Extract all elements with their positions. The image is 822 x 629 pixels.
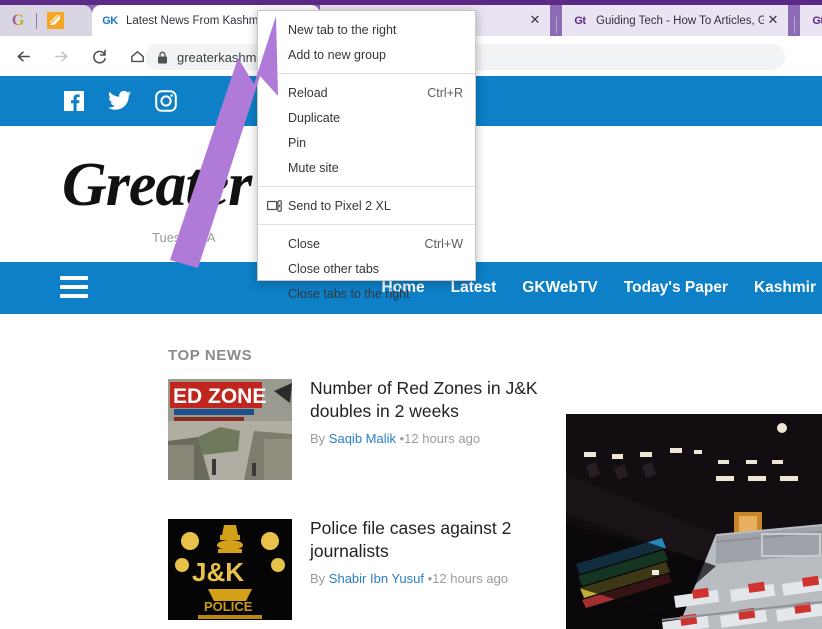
- context-menu-group-3: Send to Pixel 2 XL: [258, 187, 475, 224]
- nav-link-gkwebtv[interactable]: GKWebTV: [522, 279, 598, 297]
- svg-text:POLICE: POLICE: [204, 599, 253, 614]
- menu-item-send-to-pixel-2-xl[interactable]: Send to Pixel 2 XL: [258, 193, 475, 218]
- section-heading-top-news: TOP NEWS: [168, 347, 252, 364]
- menu-item-label: Add to new group: [288, 48, 386, 62]
- menu-item-close-tabs-to-the-right[interactable]: Close tabs to the right: [258, 281, 475, 306]
- menu-item-mute-site[interactable]: Mute site: [258, 155, 475, 180]
- tab-context-menu[interactable]: New tab to the right Add to new group Re…: [257, 10, 476, 281]
- site-logo[interactable]: Greater: [62, 150, 251, 221]
- lock-icon: [157, 51, 168, 64]
- menu-item-close[interactable]: Close Ctrl+W: [258, 231, 475, 256]
- news-by-label: By: [310, 571, 325, 586]
- news-timestamp: •12 hours ago: [428, 571, 508, 586]
- google-g-icon: G: [12, 13, 24, 29]
- news-timestamp: •12 hours ago: [400, 431, 480, 446]
- menu-item-new-tab-to-the-right[interactable]: New tab to the right: [258, 17, 475, 42]
- back-button[interactable]: [8, 41, 38, 71]
- menu-item-label: New tab to the right: [288, 23, 396, 37]
- nav-link-todays-paper[interactable]: Today's Paper: [624, 279, 728, 297]
- news-title[interactable]: Number of Red Zones in J&K doubles in 2 …: [310, 377, 560, 424]
- menu-item-label: Close tabs to the right: [288, 287, 410, 301]
- hero-image-stadium-facility[interactable]: [566, 414, 822, 629]
- pinned-tabs-group: G: [0, 5, 92, 36]
- tab-divider: [794, 17, 795, 33]
- tab-close-icon[interactable]: ✕: [764, 12, 782, 30]
- news-thumbnail-jk-police[interactable]: J&K POLICE: [168, 519, 292, 620]
- context-menu-group-4: Close Ctrl+W Close other tabs Close tabs…: [258, 225, 475, 312]
- menu-item-label: Send to Pixel 2 XL: [288, 199, 391, 213]
- news-body: Police file cases against 2 journalists …: [310, 517, 560, 586]
- instagram-icon[interactable]: [154, 89, 178, 113]
- browser-window: G GK Latest News From Kashmir ✕ of the i…: [0, 0, 822, 629]
- nav-link-kashmir[interactable]: Kashmir: [754, 279, 816, 297]
- news-meta: By Saqib Malik •12 hours ago: [310, 431, 560, 446]
- news-author[interactable]: Shabir Ibn Yusuf: [329, 571, 424, 586]
- masthead-date: Tuesday, A: [152, 230, 216, 245]
- news-body: Number of Red Zones in J&K doubles in 2 …: [310, 377, 560, 446]
- page-content: TOP NEWS ED ZONE: [0, 314, 822, 629]
- svg-text:J&K: J&K: [192, 557, 244, 587]
- tab-divider: [556, 17, 557, 33]
- gt-icon: Gt: [572, 13, 588, 29]
- menu-item-label: Close other tabs: [288, 262, 379, 276]
- menu-item-label: Pin: [288, 136, 306, 150]
- news-by-label: By: [310, 431, 325, 446]
- yellow-news-icon: [47, 12, 64, 29]
- menu-item-duplicate[interactable]: Duplicate: [258, 105, 475, 130]
- tab-title: Guiding Tech - How To Articles, G: [596, 15, 764, 27]
- tab-close-icon[interactable]: ✕: [526, 12, 544, 30]
- facebook-icon[interactable]: [62, 89, 86, 113]
- gt-icon: Gt: [810, 13, 822, 29]
- menu-item-pin[interactable]: Pin: [258, 130, 475, 155]
- menu-item-label: Reload: [288, 86, 328, 100]
- forward-button[interactable]: [46, 41, 76, 71]
- news-meta: By Shabir Ibn Yusuf •12 hours ago: [310, 571, 560, 586]
- cast-device-icon: [266, 198, 282, 214]
- reload-button[interactable]: [84, 41, 114, 71]
- menu-item-label: Duplicate: [288, 111, 340, 125]
- menu-item-shortcut: Ctrl+W: [424, 237, 463, 251]
- pinned-tab-news[interactable]: [37, 5, 73, 36]
- pinned-tab-google[interactable]: G: [0, 5, 36, 36]
- gk-icon: GK: [102, 13, 118, 29]
- twitter-icon[interactable]: [108, 89, 132, 113]
- menu-item-close-other-tabs[interactable]: Close other tabs: [258, 256, 475, 281]
- menu-item-label: Mute site: [288, 161, 339, 175]
- news-author[interactable]: Saqib Malik: [329, 431, 396, 446]
- news-thumbnail-red-zone[interactable]: ED ZONE: [168, 379, 292, 480]
- context-menu-group-1: New tab to the right Add to new group: [258, 11, 475, 73]
- hamburger-menu-icon[interactable]: [60, 276, 88, 298]
- menu-item-label: Close: [288, 237, 320, 251]
- tab-guiding-tech[interactable]: Gt Guiding Tech - How To Articles, G ✕: [562, 5, 788, 36]
- context-menu-group-2: Reload Ctrl+R Duplicate Pin Mute site: [258, 74, 475, 186]
- menu-item-shortcut: Ctrl+R: [427, 86, 463, 100]
- menu-item-reload[interactable]: Reload Ctrl+R: [258, 80, 475, 105]
- social-icons-group: [62, 76, 178, 126]
- tab-guiding-tech-2[interactable]: Gt: [800, 5, 822, 36]
- svg-text:ED ZONE: ED ZONE: [173, 385, 266, 408]
- news-title[interactable]: Police file cases against 2 journalists: [310, 517, 560, 564]
- menu-item-add-to-new-group[interactable]: Add to new group: [258, 42, 475, 67]
